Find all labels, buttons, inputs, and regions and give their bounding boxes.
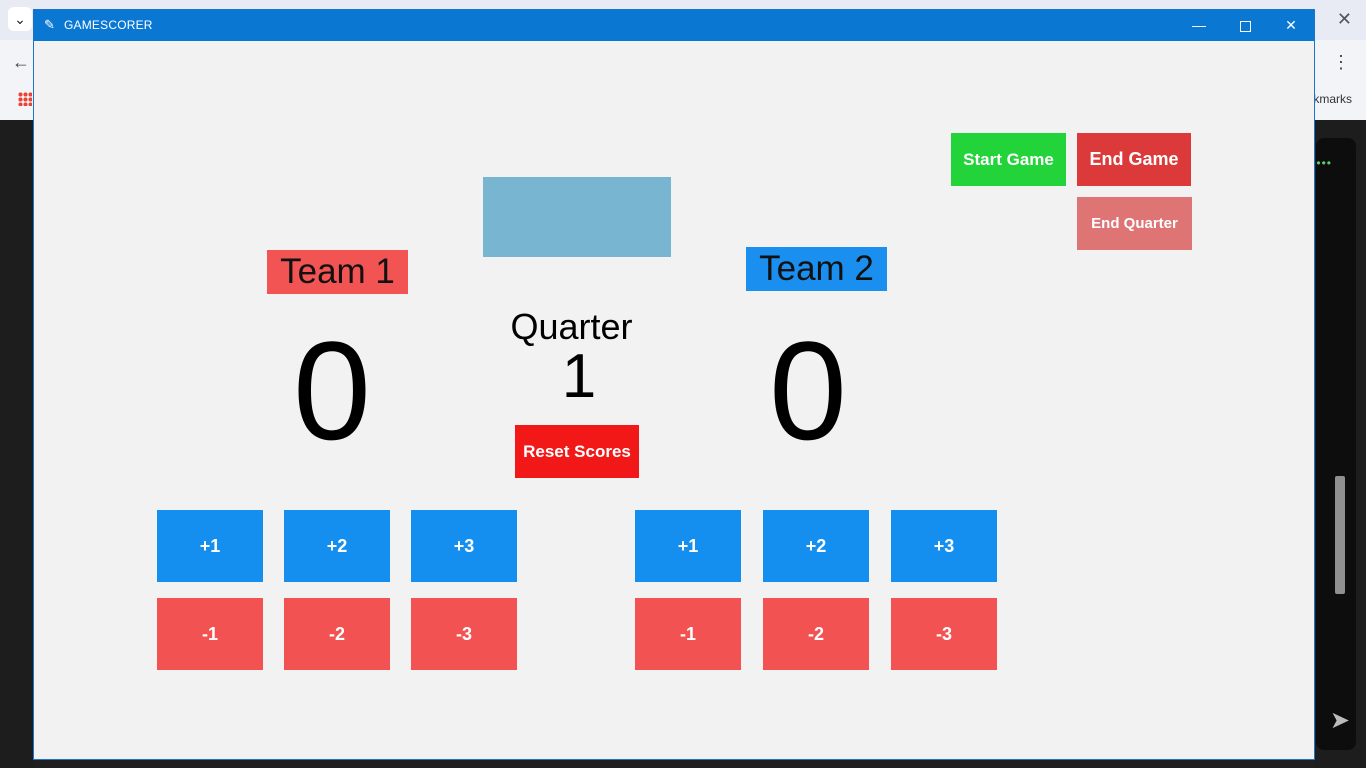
end-game-button[interactable]: End Game: [1077, 133, 1191, 186]
close-glyph: ✕: [1285, 17, 1297, 33]
team1-minus-3-button[interactable]: -3: [411, 598, 517, 670]
team1-minus-1-button[interactable]: -1: [157, 598, 263, 670]
background-scrollbar[interactable]: [1335, 476, 1345, 594]
window-title: GAMESCORER: [64, 18, 153, 32]
status-dots-icon: •••: [1316, 156, 1332, 170]
team1-minus-2-button[interactable]: -2: [284, 598, 390, 670]
team1-plus-1-button[interactable]: +1: [157, 510, 263, 582]
close-icon[interactable]: ✕: [1268, 10, 1314, 41]
end-quarter-button[interactable]: End Quarter: [1077, 197, 1192, 250]
background-chat-panel: [1316, 138, 1356, 750]
title-bar[interactable]: ✎ GAMESCORER — ✕: [34, 10, 1314, 41]
team2-plus-2-button[interactable]: +2: [763, 510, 869, 582]
scoreboard: Start Game End Game End Quarter Team 1 T…: [34, 41, 1314, 760]
gamescorer-window: ✎ GAMESCORER — ✕ Start Game End Game End…: [33, 9, 1315, 760]
apps-grid-icon[interactable]: [18, 92, 32, 106]
team2-plus-1-button[interactable]: +1: [635, 510, 741, 582]
team1-name-label: Team 1: [267, 250, 408, 294]
maximize-icon[interactable]: [1222, 10, 1268, 41]
back-arrow-icon[interactable]: ←: [12, 52, 30, 73]
more-menu-icon[interactable]: ⋮: [1332, 52, 1350, 73]
team2-plus-3-button[interactable]: +3: [891, 510, 997, 582]
team1-plus-2-button[interactable]: +2: [284, 510, 390, 582]
minimize-icon[interactable]: —: [1176, 10, 1222, 41]
feather-icon: ✎: [44, 17, 55, 32]
browser-close-icon[interactable]: ✕: [1337, 8, 1352, 30]
team2-minus-3-button[interactable]: -3: [891, 598, 997, 670]
tab-search-chevron-icon[interactable]: ⌄: [8, 7, 32, 31]
minimize-glyph: —: [1192, 17, 1206, 33]
send-icon[interactable]: ➤: [1330, 706, 1350, 735]
reset-scores-button[interactable]: Reset Scores: [515, 425, 639, 478]
team2-score: 0: [769, 312, 847, 469]
team1-plus-3-button[interactable]: +3: [411, 510, 517, 582]
timer-display-box: [483, 177, 671, 257]
team2-minus-1-button[interactable]: -1: [635, 598, 741, 670]
bookmarks-label[interactable]: kmarks: [1313, 92, 1352, 106]
quarter-number: 1: [561, 342, 597, 411]
team1-score: 0: [293, 312, 371, 469]
start-game-button[interactable]: Start Game: [951, 133, 1066, 186]
team2-minus-2-button[interactable]: -2: [763, 598, 869, 670]
team2-name-label: Team 2: [746, 247, 887, 291]
background-sidebar: [0, 120, 33, 768]
